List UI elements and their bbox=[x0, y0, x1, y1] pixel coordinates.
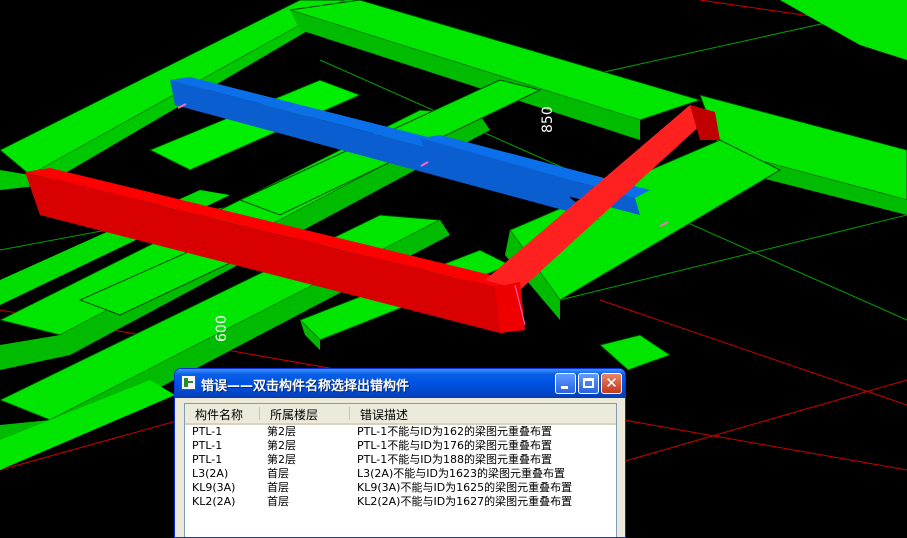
error-dialog[interactable]: 错误——双击构件名称选择出错构件 ✕ 构件名称 所属楼层 错误描述 PTL-1 … bbox=[174, 368, 626, 538]
row-component-name[interactable]: KL2(2A) bbox=[192, 495, 235, 509]
row-floor: 首层 bbox=[267, 495, 289, 508]
list-row[interactable]: PTL-1 第2层 PTL-1不能与ID为176的梁图元重叠布置 bbox=[185, 439, 616, 453]
row-description: KL9(3A)不能与ID为1625的梁图元重叠布置 bbox=[357, 481, 573, 494]
row-component-name[interactable]: PTL-1 bbox=[192, 453, 222, 467]
close-icon: ✕ bbox=[605, 374, 618, 392]
column-divider[interactable] bbox=[259, 407, 260, 420]
dialog-titlebar[interactable]: 错误——双击构件名称选择出错构件 ✕ bbox=[175, 369, 625, 398]
row-description: L3(2A)不能与ID为1623的梁图元重叠布置 bbox=[357, 467, 565, 480]
list-row[interactable]: KL2(2A) 首层 KL2(2A)不能与ID为1627的梁图元重叠布置 bbox=[185, 495, 616, 509]
beam-green-top-right bbox=[780, 0, 907, 60]
dimension-label-600: 600 bbox=[214, 315, 230, 342]
row-description: PTL-1不能与ID为162的梁图元重叠布置 bbox=[357, 425, 552, 438]
row-floor: 首层 bbox=[267, 467, 289, 480]
maximize-icon bbox=[583, 378, 594, 388]
app-icon bbox=[181, 375, 196, 390]
list-header: 构件名称 所属楼层 错误描述 bbox=[185, 404, 616, 425]
row-description: PTL-1不能与ID为188的梁图元重叠布置 bbox=[357, 453, 552, 466]
dialog-title: 错误——双击构件名称选择出错构件 bbox=[201, 379, 410, 394]
row-component-name[interactable]: PTL-1 bbox=[192, 425, 222, 439]
row-description: KL2(2A)不能与ID为1627的梁图元重叠布置 bbox=[357, 495, 573, 508]
row-floor: 第2层 bbox=[267, 425, 296, 438]
column-header-description[interactable]: 错误描述 bbox=[360, 406, 408, 423]
list-row[interactable]: KL9(3A) 首层 KL9(3A)不能与ID为1625的梁图元重叠布置 bbox=[185, 481, 616, 495]
beam-green-stub bbox=[598, 334, 672, 371]
minimize-button[interactable] bbox=[555, 373, 576, 394]
row-floor: 第2层 bbox=[267, 439, 296, 452]
row-component-name[interactable]: L3(2A) bbox=[192, 467, 228, 481]
minimize-icon bbox=[561, 386, 568, 389]
list-row[interactable]: PTL-1 第2层 PTL-1不能与ID为162的梁图元重叠布置 bbox=[185, 425, 616, 439]
row-component-name[interactable]: PTL-1 bbox=[192, 439, 222, 453]
list-row[interactable]: L3(2A) 首层 L3(2A)不能与ID为1623的梁图元重叠布置 bbox=[185, 467, 616, 481]
list-row[interactable]: PTL-1 第2层 PTL-1不能与ID为188的梁图元重叠布置 bbox=[185, 453, 616, 467]
maximize-button[interactable] bbox=[578, 373, 599, 394]
row-floor: 首层 bbox=[267, 481, 289, 494]
column-header-name[interactable]: 构件名称 bbox=[195, 406, 243, 423]
column-divider[interactable] bbox=[349, 407, 350, 420]
column-header-floor[interactable]: 所属楼层 bbox=[270, 406, 318, 423]
error-list[interactable]: 构件名称 所属楼层 错误描述 PTL-1 第2层 PTL-1不能与ID为162的… bbox=[184, 403, 617, 537]
dimension-label-850: 850 bbox=[540, 106, 556, 133]
row-floor: 第2层 bbox=[267, 453, 296, 466]
row-component-name[interactable]: KL9(3A) bbox=[192, 481, 235, 495]
row-description: PTL-1不能与ID为176的梁图元重叠布置 bbox=[357, 439, 552, 452]
close-button[interactable]: ✕ bbox=[601, 373, 622, 394]
